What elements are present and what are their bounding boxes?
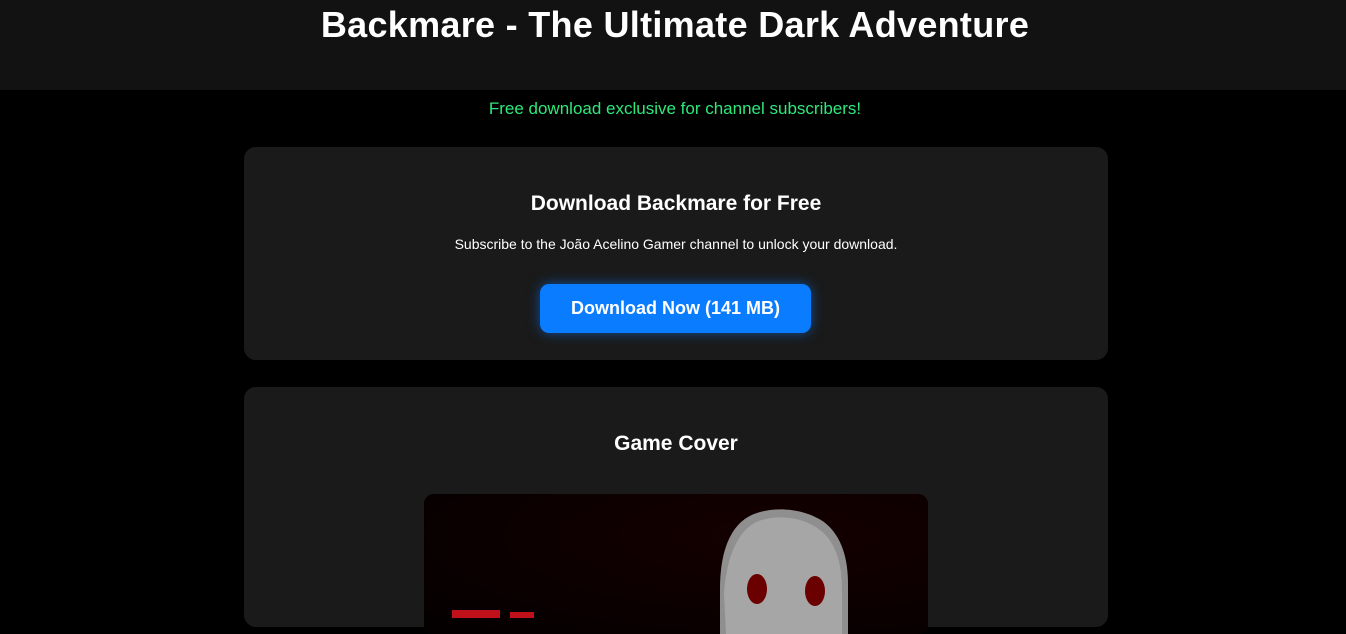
- cover-card: Game Cover: [244, 387, 1108, 634]
- download-description: Subscribe to the João Acelino Gamer chan…: [454, 236, 898, 252]
- ghost-right-eye: [805, 576, 825, 606]
- page-title: Backmare - The Ultimate Dark Adventure: [320, 4, 1030, 45]
- red-title-fragment: [452, 610, 500, 618]
- download-card: Download Backmare for Free Subscribe to …: [244, 147, 1108, 360]
- download-heading: Download Backmare for Free: [530, 192, 822, 215]
- cover-heading: Game Cover: [614, 432, 738, 455]
- site-header: Backmare - The Ultimate Dark Adventure: [0, 0, 1346, 90]
- promo-text: Free download exclusive for channel subs…: [488, 99, 862, 118]
- ghost-left-eye: [747, 574, 767, 604]
- download-now-button[interactable]: Download Now (141 MB): [540, 284, 811, 333]
- ghost-illustration: [424, 494, 928, 634]
- game-cover-image: [424, 494, 928, 634]
